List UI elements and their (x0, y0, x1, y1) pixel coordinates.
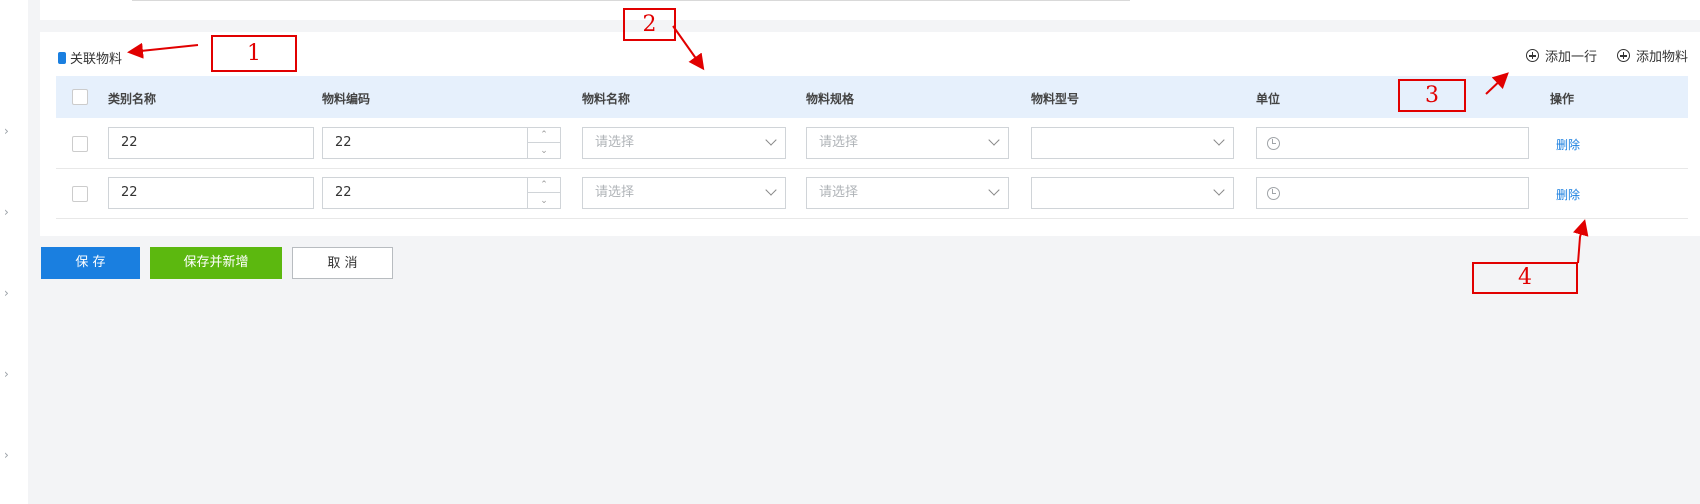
annotation-arrow (672, 25, 705, 71)
annotation-arrows (127, 25, 1589, 264)
annotation-arrow (1485, 72, 1509, 95)
annotation-arrow (127, 42, 199, 59)
annotation-arrow (1573, 219, 1589, 264)
